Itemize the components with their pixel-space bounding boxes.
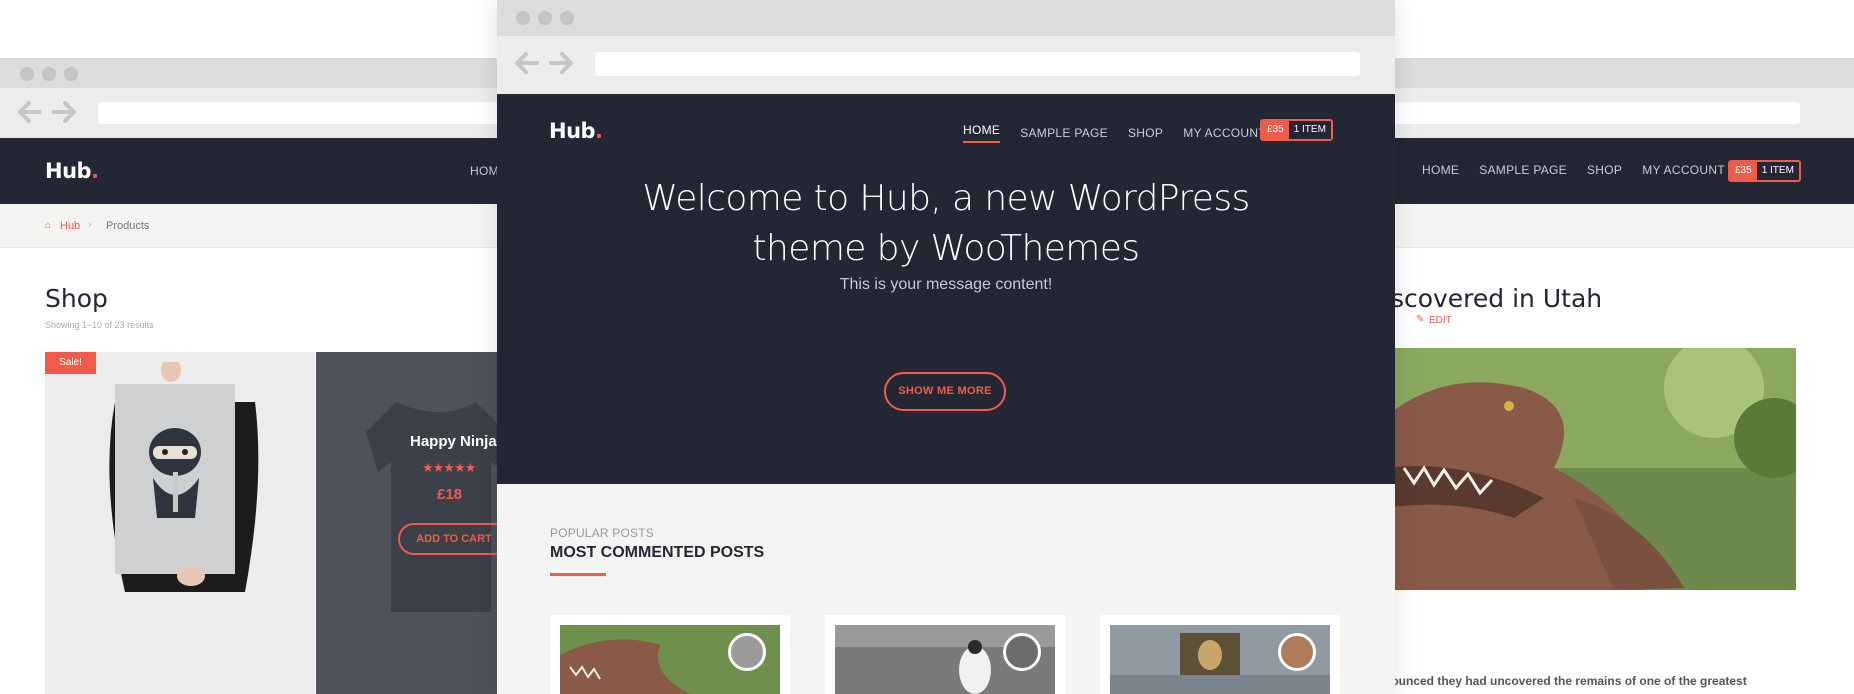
breadcrumb-separator: › [88, 219, 92, 231]
edit-link[interactable]: EDIT [1429, 315, 1452, 326]
center-browser-window: Hub. HOME SAMPLE PAGE SHOP MY ACCOUNT ⌄ … [497, 0, 1395, 694]
window-control[interactable] [516, 11, 530, 25]
nav-item-home[interactable]: HOM [470, 164, 499, 178]
cart-count: 1 ITEM [1756, 162, 1799, 180]
post-thumbnail[interactable] [550, 615, 790, 694]
back-arrow-icon[interactable] [515, 52, 539, 74]
center-title-bar [497, 0, 1395, 36]
center-site-header: Hub. HOME SAMPLE PAGE SHOP MY ACCOUNT ⌄ … [497, 94, 1395, 484]
post-thumbnail[interactable] [1100, 615, 1340, 694]
left-browser-window: Hub. HOM ⌂ Hub › Products Shop Showing 1… [0, 58, 500, 694]
section-kicker: POPULAR POSTS [550, 526, 654, 540]
nav-item-sample-page[interactable]: SAMPLE PAGE [1020, 126, 1108, 140]
product-name[interactable]: Happy Ninja [410, 433, 497, 450]
nav-item-shop[interactable]: SHOP [1587, 163, 1622, 177]
breadcrumb [1354, 204, 1854, 248]
main-nav: HOM [470, 164, 499, 178]
url-input[interactable] [595, 52, 1360, 76]
main-nav: HOME SAMPLE PAGE SHOP MY ACCOUNT ⌄ [1422, 163, 1742, 177]
avatar [728, 633, 766, 671]
left-site-header: Hub. HOM [0, 138, 500, 204]
dinosaur-image [1384, 348, 1796, 590]
forward-arrow-icon[interactable] [549, 52, 573, 74]
popular-posts-section: POPULAR POSTS MOST COMMENTED POSTS [497, 484, 1395, 694]
home-icon: ⌂ [45, 220, 52, 231]
cart-total: £35 [1262, 121, 1289, 139]
product-card-poster[interactable]: Sale! [45, 352, 315, 694]
section-title: MOST COMMENTED POSTS [550, 544, 765, 561]
main-nav: HOME SAMPLE PAGE SHOP MY ACCOUNT ⌄ [963, 123, 1283, 143]
right-browser-window: HOME SAMPLE PAGE SHOP MY ACCOUNT ⌄ £35 1… [1354, 58, 1854, 694]
breadcrumb: ⌂ Hub › Products [0, 204, 500, 248]
left-title-bar [0, 58, 500, 88]
nav-item-home[interactable]: HOME [1422, 163, 1459, 177]
url-input[interactable] [1354, 102, 1800, 124]
site-logo[interactable]: Hub. [45, 159, 99, 183]
add-to-cart-button[interactable]: ADD TO CART [398, 523, 500, 555]
hero-message: This is your message content! [839, 276, 1053, 293]
sale-badge: Sale! [45, 352, 96, 374]
site-logo[interactable]: Hub. [549, 119, 603, 143]
window-control[interactable] [538, 11, 552, 25]
avatar [1003, 633, 1041, 671]
right-address-bar [1354, 88, 1854, 138]
product-price: £18 [437, 486, 463, 503]
ninja-poster-image [109, 362, 259, 592]
edit-icon: ✎ [1416, 314, 1425, 325]
window-control[interactable] [64, 67, 78, 81]
window-control[interactable] [42, 67, 56, 81]
nav-item-shop[interactable]: SHOP [1128, 126, 1163, 140]
nav-item-my-account[interactable]: MY ACCOUNT [1183, 126, 1266, 140]
breadcrumb-home-link[interactable]: Hub [60, 220, 80, 232]
cart-total: £35 [1730, 162, 1757, 180]
left-address-bar [0, 88, 500, 138]
window-control[interactable] [20, 67, 34, 81]
cart-button[interactable]: £35 1 ITEM [1260, 119, 1333, 141]
star-rating: ★★★★★ [422, 460, 476, 475]
hero-title: Welcome to Hub, a new WordPress theme by… [642, 178, 1250, 269]
post-excerpt: nounced they had uncovered the remains o… [1384, 674, 1747, 688]
section-underline [550, 573, 606, 576]
cart-count: 1 ITEM [1288, 121, 1331, 139]
result-count: Showing 1–10 of 23 results [45, 320, 154, 330]
nav-item-home[interactable]: HOME [963, 123, 1001, 143]
tshirt-image [366, 402, 500, 612]
nav-item-my-account[interactable]: MY ACCOUNT [1642, 163, 1725, 177]
cart-button[interactable]: £35 1 ITEM [1728, 160, 1801, 182]
window-control[interactable] [560, 11, 574, 25]
center-address-bar [497, 36, 1395, 94]
product-card-happy-ninja[interactable]: Happy Ninja ★★★★★ £18 ADD TO CART [316, 352, 500, 694]
show-me-more-button[interactable]: SHOW ME MORE [884, 372, 1006, 411]
nav-item-sample-page[interactable]: SAMPLE PAGE [1479, 163, 1567, 177]
avatar [1278, 633, 1316, 671]
right-title-bar [1354, 58, 1854, 88]
url-input[interactable] [98, 102, 500, 124]
right-site-header: HOME SAMPLE PAGE SHOP MY ACCOUNT ⌄ £35 1… [1354, 138, 1854, 204]
breadcrumb-current: Products [106, 220, 150, 232]
back-arrow-icon[interactable] [18, 101, 42, 123]
post-title[interactable]: iscovered in Utah [1384, 284, 1602, 313]
forward-arrow-icon[interactable] [52, 101, 76, 123]
post-thumbnail[interactable] [825, 615, 1065, 694]
page-title: Shop [45, 284, 108, 313]
